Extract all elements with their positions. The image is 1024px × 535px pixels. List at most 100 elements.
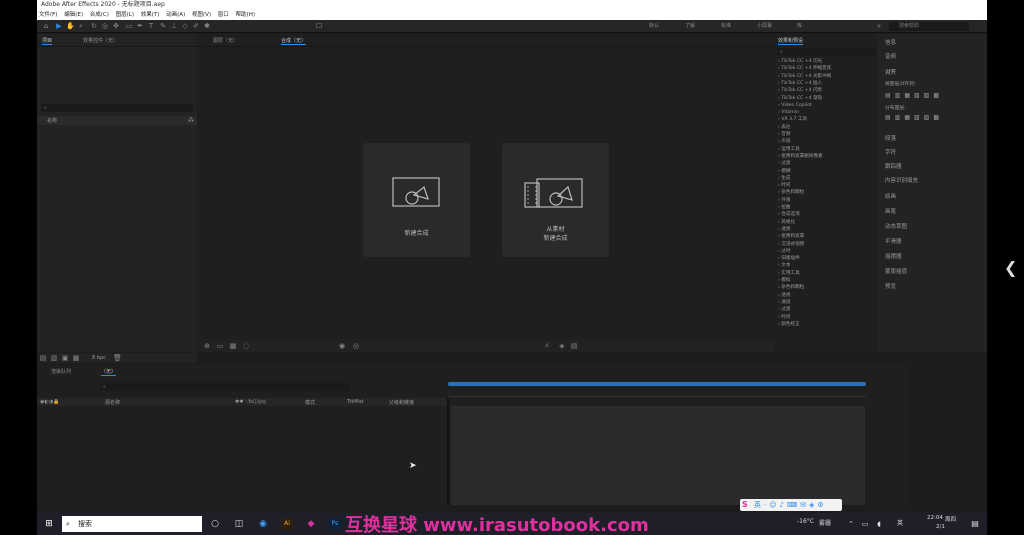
windows-start-icon[interactable]: ⊞ — [43, 518, 55, 530]
ime-tools-icon[interactable]: 英·☺♪⌨✉◈⚙ — [754, 500, 827, 510]
notification-icon[interactable]: ▤ — [969, 518, 981, 530]
effects-category-item[interactable]: › Vitamin — [778, 110, 799, 116]
new-folder-icon[interactable]: ▥ — [50, 354, 58, 362]
volume-icon[interactable]: ◖ — [873, 518, 885, 530]
tab-render-queue[interactable]: 渲染队列 — [51, 368, 71, 375]
workspace-menu-icon[interactable]: » — [875, 22, 883, 30]
effects-category-item[interactable]: › 模拟 — [778, 278, 791, 284]
work-area-bar[interactable] — [448, 382, 866, 386]
effects-category-item[interactable]: › 过渡 — [778, 307, 791, 313]
effects-category-item[interactable]: › 表达 — [778, 125, 791, 131]
workspace-library[interactable]: 库 — [797, 22, 802, 31]
effects-category-item[interactable]: › TikTok CC +4 插入 — [778, 81, 822, 87]
effects-category-item[interactable]: › TikTok CC +4 闪烁 — [778, 88, 822, 94]
panel-motion-sketch[interactable]: 动态草图 — [885, 222, 907, 230]
clone-stamp-tool-icon[interactable]: ⊥ — [170, 22, 178, 30]
snapshot-icon[interactable]: ◉ — [338, 342, 346, 350]
sogou-icon[interactable]: S — [742, 500, 748, 509]
draft-3d-icon[interactable]: ◈ — [558, 342, 566, 350]
effects-category-item[interactable]: › 颜色校正 — [778, 322, 800, 328]
menu-layer[interactable]: 图层(L) — [116, 12, 134, 18]
menu-effect[interactable]: 效果(T) — [141, 12, 160, 18]
timeline-search-input[interactable]: ⌕ — [100, 383, 350, 391]
workspace-standard[interactable]: 标准 — [721, 22, 731, 31]
timeline-graph-area[interactable] — [451, 406, 865, 505]
effects-category-item[interactable]: › 过渡 — [778, 161, 791, 167]
system-tray-up-icon[interactable]: ⌃ — [845, 518, 857, 530]
effects-category-item[interactable]: › 杂色和颗粒 — [778, 190, 804, 196]
menu-animation[interactable]: 动画(A) — [166, 12, 185, 18]
task-view-icon[interactable]: ○ — [209, 518, 221, 530]
align-buttons-icon[interactable]: ▤▥▦▧▨▩ — [885, 92, 943, 99]
resolution-icon[interactable]: ▭ — [216, 342, 224, 350]
pan-behind-tool-icon[interactable]: ✥ — [112, 22, 120, 30]
effects-category-item[interactable]: › 生成 — [778, 176, 791, 182]
project-search-input[interactable]: ⌕ — [41, 104, 193, 112]
effects-category-item[interactable]: › TikTok CC +4 光影冲刷 — [778, 74, 831, 80]
effects-category-item[interactable]: › 沉浸式视频 — [778, 242, 804, 248]
browser-icon[interactable]: ◉ — [257, 518, 269, 530]
new-comp-icon[interactable]: ▣ — [61, 354, 69, 362]
panel-character[interactable]: 字符 — [885, 148, 896, 156]
panel-audio[interactable]: 音频 — [885, 52, 896, 60]
effects-category-item[interactable]: › 杂色和颗粒 — [778, 285, 804, 291]
interpret-footage-icon[interactable]: ▤ — [39, 354, 47, 362]
effects-category-item[interactable]: › 透视 — [778, 227, 791, 233]
column-trkmat[interactable]: TrkMat — [347, 399, 364, 405]
time-ruler[interactable] — [448, 389, 866, 397]
clock-date[interactable]: 2/1 — [936, 524, 945, 530]
weather-temp[interactable]: -16°C — [797, 518, 814, 525]
rotate-tool-icon[interactable]: ↻ — [90, 22, 98, 30]
tab-composition[interactable]: 合成（无） — [281, 37, 307, 45]
menu-edit[interactable]: 编辑(E) — [64, 12, 83, 18]
taskbar-search-input[interactable]: ⌕ 搜索 — [62, 516, 202, 532]
effects-category-item[interactable]: › 风格化 — [778, 220, 795, 226]
panel-wiggler[interactable]: 摇摆器 — [885, 252, 902, 260]
flowchart-icon[interactable]: ⁂ — [188, 117, 194, 124]
menu-composition[interactable]: 合成(C) — [90, 12, 109, 18]
workspace-default[interactable]: 默认 — [649, 22, 659, 31]
eraser-tool-icon[interactable]: ◇ — [181, 22, 189, 30]
panel-brushes[interactable]: 画笔 — [885, 207, 896, 215]
panel-tracker[interactable]: 跟踪器 — [885, 162, 902, 170]
effects-category-item[interactable]: › Video Copilot — [778, 103, 812, 109]
chevron-left-icon[interactable]: ❮ — [1004, 258, 1017, 277]
photoshop-icon[interactable]: Ps — [329, 518, 341, 530]
network-icon[interactable]: ▭ — [859, 518, 871, 530]
selection-tool-icon[interactable]: ▶ — [55, 22, 63, 30]
rectangle-tool-icon[interactable]: ▭ — [125, 22, 133, 30]
panel-content-aware-fill[interactable]: 内容识别填充 — [885, 176, 918, 184]
transparency-grid-icon[interactable]: ▦ — [229, 342, 237, 350]
widgets-icon[interactable]: ◫ — [233, 518, 245, 530]
menu-window[interactable]: 窗口 — [218, 12, 229, 18]
type-tool-icon[interactable]: T — [147, 22, 155, 30]
snapping-checkbox-icon[interactable]: ☐ — [315, 22, 323, 30]
bit-depth-label[interactable]: 8 bpc — [92, 355, 106, 361]
hand-tool-icon[interactable]: ✋ — [66, 22, 75, 30]
help-search-input[interactable]: 搜索帮助 — [889, 22, 969, 31]
effects-category-item[interactable]: › 透视 — [778, 293, 791, 299]
magnification-icon[interactable]: ⊕ — [203, 342, 211, 350]
puppet-tool-icon[interactable]: ✱ — [203, 22, 211, 30]
layer-switches-icon[interactable]: ✱✱＼fx◫◎◎ — [235, 398, 267, 405]
effects-category-item[interactable]: › 模糊 — [778, 169, 791, 175]
effects-category-item[interactable]: › VR 3.7 工具 — [778, 117, 807, 123]
effects-category-item[interactable]: › 抠像和遮罩删除像素 — [778, 154, 823, 160]
zoom-tool-icon[interactable]: ⌕ — [77, 22, 85, 30]
effects-category-item[interactable]: › 旧版插件 — [778, 256, 800, 262]
menu-file[interactable]: 文件(F) — [39, 12, 57, 18]
column-mode[interactable]: 模式 — [305, 399, 315, 406]
tab-timeline-none[interactable]: （无） — [101, 368, 117, 376]
effects-category-item[interactable]: › 实用工具 — [778, 271, 800, 277]
effects-category-item[interactable]: › 时间 — [778, 315, 791, 321]
visibility-switches-icon[interactable]: ◉◐◑🔒 — [40, 399, 59, 405]
column-name[interactable]: 名称 — [47, 117, 57, 124]
effects-category-item[interactable]: › 外观 — [778, 198, 791, 204]
panel-paragraph[interactable]: 段落 — [885, 134, 896, 142]
effects-category-item[interactable]: › TikTok CC +4 切光 — [778, 59, 822, 65]
timeline-divider[interactable] — [447, 398, 449, 505]
panel-mask-interpolation[interactable]: 蒙版插值 — [885, 267, 907, 275]
home-icon[interactable]: ⌂ — [42, 22, 50, 30]
ime-toolbar[interactable]: S 英·☺♪⌨✉◈⚙ — [740, 499, 842, 511]
panel-align[interactable]: 对齐 — [885, 68, 896, 76]
